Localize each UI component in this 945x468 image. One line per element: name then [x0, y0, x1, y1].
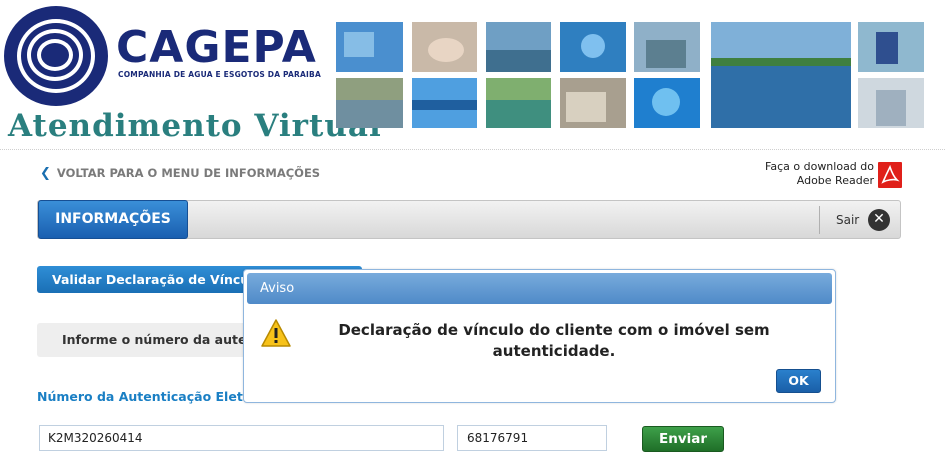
page: CAGEPA COMPANHIA DE AGUA E ESGOTOS DA PA…	[0, 0, 945, 468]
photo-collage	[336, 22, 924, 128]
pdf-icon[interactable]	[877, 161, 903, 189]
header-banner: CAGEPA COMPANHIA DE AGUA E ESGOTOS DA PA…	[0, 0, 945, 150]
close-icon[interactable]: ✕	[868, 209, 890, 231]
warning-dialog: Aviso Declaração de vínculo do cliente c…	[243, 269, 836, 403]
cagepa-logo-icon	[4, 6, 108, 106]
auth-code-input[interactable]: K2M320260414	[39, 425, 444, 451]
tab-informacoes[interactable]: INFORMAÇÕES	[38, 200, 188, 239]
warning-icon	[261, 319, 291, 347]
back-link-label: VOLTAR PARA O MENU DE INFORMAÇÕES	[56, 166, 321, 180]
nav-divider	[819, 206, 820, 234]
brand-name: CAGEPA	[116, 22, 317, 73]
info-instruction: Informe o número da autenticação	[37, 323, 252, 357]
portal-title: Atendimento Virtual	[8, 108, 382, 144]
adobe-download-link[interactable]: Faça o download do Adobe Reader	[748, 160, 874, 188]
back-to-menu-link[interactable]: ❮ VOLTAR PARA O MENU DE INFORMAÇÕES	[40, 166, 320, 181]
ok-button[interactable]: OK	[776, 369, 821, 393]
header-divider	[0, 149, 945, 150]
chevron-left-icon: ❮	[40, 166, 51, 181]
download-line-1: Faça o download do	[765, 160, 874, 173]
download-line-2: Adobe Reader	[796, 174, 874, 187]
submit-button[interactable]: Enviar	[642, 426, 724, 452]
dialog-title: Aviso	[247, 273, 832, 304]
brand-subtitle: COMPANHIA DE AGUA E ESGOTOS DA PARAIBA	[118, 70, 321, 79]
logout-label[interactable]: Sair	[836, 213, 859, 227]
dialog-message: Declaração de vínculo do cliente com o i…	[338, 321, 770, 360]
verification-input[interactable]: 68176791	[457, 425, 607, 451]
